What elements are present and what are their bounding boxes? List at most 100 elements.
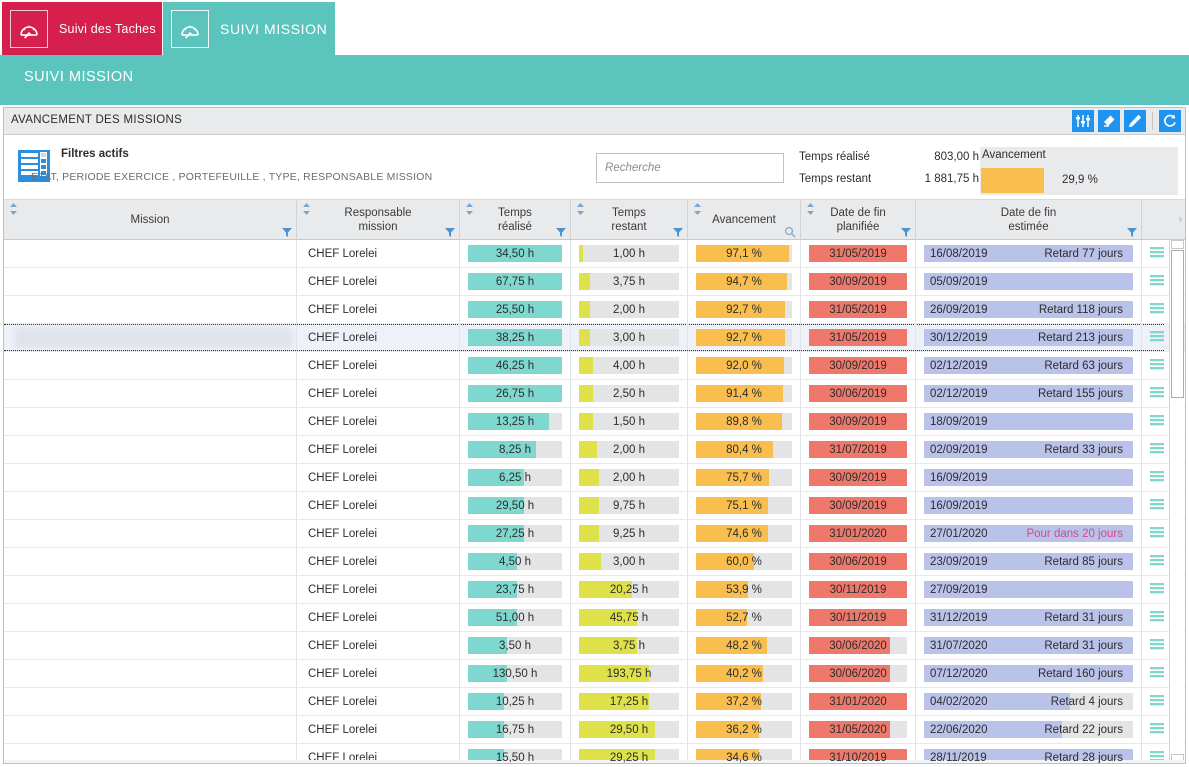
- table-row[interactable]: CHEF Lorelei 67,75 h 3,75 h 94,7 % 30/09/201…: [4, 268, 1185, 296]
- table-row[interactable]: CHEF Lorelei 34,50 h 1,00 h 97,1 % 31/05/201…: [4, 240, 1185, 268]
- column-header-mission[interactable]: Mission: [4, 200, 297, 240]
- pencil-icon[interactable]: [1124, 110, 1146, 132]
- column-filter-icon[interactable]: [1127, 227, 1137, 237]
- column-filter-icon[interactable]: [556, 227, 566, 237]
- bar-label: 28/11/2019: [930, 751, 987, 764]
- column-header-date_planifiee[interactable]: Date de fin planifiée: [801, 200, 916, 240]
- row-menu-icon[interactable]: [1142, 604, 1172, 631]
- table-row[interactable]: CHEF Lorelei 38,25 h 3,00 h 92,7 % 31/05/201…: [4, 324, 1185, 352]
- responsable-label: CHEF Lorelei: [308, 247, 378, 260]
- tab-suivi-mission[interactable]: SUIVI MISSION: [163, 2, 335, 55]
- column-filter-icon[interactable]: [445, 227, 455, 237]
- bar-label: 2,00 h: [613, 471, 645, 484]
- bar-track: 193,75 h: [579, 665, 679, 682]
- column-header-temps_realise[interactable]: Temps réalisé: [460, 200, 571, 240]
- column-filter-icon[interactable]: [282, 227, 292, 237]
- row-menu-icon[interactable]: [1142, 492, 1172, 519]
- bar-label: 17,25 h: [609, 695, 649, 708]
- cell-bar: 38,25 h: [460, 324, 571, 351]
- sort-arrows-icon[interactable]: [576, 203, 585, 215]
- column-header-temps_restant[interactable]: Temps restant: [571, 200, 688, 240]
- table-row[interactable]: CHEF Lorelei 13,25 h 1,50 h 89,8 % 30/09/201…: [4, 408, 1185, 436]
- table-row[interactable]: CHEF Lorelei 16,75 h 29,50 h 36,2 % 31/05/20…: [4, 716, 1185, 744]
- bar-secondary-label: Retard 160 jours: [1037, 667, 1123, 680]
- cell-bar: 3,00 h: [571, 548, 688, 575]
- sort-arrows-icon[interactable]: [693, 203, 702, 215]
- column-header-responsable[interactable]: Responsable mission: [297, 200, 460, 240]
- search-input[interactable]: [597, 154, 783, 182]
- row-menu-icon[interactable]: [1142, 688, 1172, 715]
- cell-bar: 16,75 h: [460, 716, 571, 743]
- cell-bar: 75,7 %: [688, 464, 801, 491]
- row-menu-icon[interactable]: [1142, 408, 1172, 435]
- row-menu-icon[interactable]: [1142, 268, 1172, 295]
- row-menu-icon[interactable]: [1142, 576, 1172, 603]
- bar-fill: [579, 329, 590, 346]
- cell-bar: 31/01/2020: [801, 688, 916, 715]
- stat-label: Temps restant: [799, 173, 872, 185]
- row-menu-icon[interactable]: [1142, 324, 1172, 351]
- column-filter-icon[interactable]: [673, 227, 683, 237]
- search-input-wrapper[interactable]: [596, 153, 784, 183]
- table-row[interactable]: CHEF Lorelei 130,50 h 193,75 h 40,2 % 30/06/…: [4, 660, 1185, 688]
- bar-track: 30/06/2020: [809, 665, 907, 682]
- cell-bar: 46,25 h: [460, 352, 571, 379]
- row-menu-icon[interactable]: [1142, 464, 1172, 491]
- row-menu-icon[interactable]: [1142, 352, 1172, 379]
- table-row[interactable]: CHEF Lorelei 10,25 h 17,25 h 37,2 % 31/01/20…: [4, 688, 1185, 716]
- table-row[interactable]: CHEF Lorelei 26,75 h 2,50 h 91,4 % 30/06/201…: [4, 380, 1185, 408]
- cell-mission: [4, 548, 297, 575]
- column-header-avancement[interactable]: Avancement: [688, 200, 801, 240]
- row-menu-icon[interactable]: [1142, 436, 1172, 463]
- sort-arrows-icon[interactable]: [465, 203, 474, 215]
- table-row[interactable]: CHEF Lorelei 27,25 h 9,25 h 74,6 % 31/01/202…: [4, 520, 1185, 548]
- table-row[interactable]: CHEF Lorelei 29,50 h 9,75 h 75,1 % 30/09/201…: [4, 492, 1185, 520]
- bar-track: 30/09/2019: [809, 413, 907, 430]
- refresh-icon[interactable]: [1159, 110, 1181, 132]
- sort-arrows-icon[interactable]: [806, 203, 815, 215]
- bar-track: 23,75 h: [468, 581, 562, 598]
- row-menu-icon[interactable]: [1142, 632, 1172, 659]
- row-menu-icon[interactable]: [1142, 548, 1172, 575]
- table-row[interactable]: CHEF Lorelei 6,25 h 2,00 h 75,7 % 30/09/2019…: [4, 464, 1185, 492]
- cell-bar: 97,1 %: [688, 240, 801, 267]
- bar-track: 27,25 h: [468, 525, 562, 542]
- bar-secondary-label: Retard 77 jours: [1044, 247, 1123, 260]
- table-row[interactable]: CHEF Lorelei 25,50 h 2,00 h 92,7 % 31/05/201…: [4, 296, 1185, 324]
- table-row[interactable]: CHEF Lorelei 23,75 h 20,25 h 53,9 % 30/11/20…: [4, 576, 1185, 604]
- column-search-icon[interactable]: [784, 226, 796, 238]
- bar-label: 38,25 h: [495, 331, 535, 344]
- bar-track: 1,50 h: [579, 413, 679, 430]
- bar-secondary-label: Retard 118 jours: [1038, 303, 1123, 316]
- row-menu-icon[interactable]: [1142, 520, 1172, 547]
- row-menu-icon[interactable]: [1142, 660, 1172, 687]
- more-columns-chevron-icon[interactable]: ›: [1179, 214, 1182, 225]
- bar-track: 67,75 h: [468, 273, 562, 290]
- bar-track: 8,25 h: [468, 441, 562, 458]
- cell-bar: 22/06/2020 Retard 22 jours: [916, 716, 1142, 743]
- vertical-scrollbar[interactable]: [1169, 240, 1184, 763]
- scrollbar-thumb[interactable]: [1171, 250, 1184, 398]
- table-row[interactable]: CHEF Lorelei 46,25 h 4,00 h 92,0 % 30/09/201…: [4, 352, 1185, 380]
- settings-sliders-icon[interactable]: [1072, 110, 1094, 132]
- sort-arrows-icon[interactable]: [9, 203, 18, 215]
- row-menu-icon[interactable]: [1142, 296, 1172, 323]
- table-row[interactable]: CHEF Lorelei 3,50 h 3,75 h 48,2 % 30/06/2020…: [4, 632, 1185, 660]
- table-row[interactable]: CHEF Lorelei 51,00 h 45,75 h 52,7 % 30/11/20…: [4, 604, 1185, 632]
- row-menu-icon[interactable]: [1142, 240, 1172, 267]
- table-row[interactable]: CHEF Lorelei 4,50 h 3,00 h 60,0 % 30/06/2019…: [4, 548, 1185, 576]
- tab-suivi-des-taches[interactable]: Suivi des Taches: [2, 2, 162, 55]
- scroll-up-button[interactable]: [1171, 240, 1184, 249]
- column-filter-icon[interactable]: [901, 227, 911, 237]
- row-menu-icon[interactable]: [1142, 716, 1172, 743]
- cell-bar: 31/05/2019: [801, 296, 916, 323]
- table-row[interactable]: CHEF Lorelei 8,25 h 2,00 h 80,4 % 31/07/2019…: [4, 436, 1185, 464]
- filter-stats-bar: Filtres actifs ETAT, PERIODE EXERCICE , …: [4, 135, 1185, 200]
- sort-arrows-icon[interactable]: [302, 203, 311, 215]
- cell-bar: 80,4 %: [688, 436, 801, 463]
- eraser-icon[interactable]: [1098, 110, 1120, 132]
- bar-label: 75,1 %: [726, 499, 762, 512]
- column-header-date_estimee[interactable]: Date de fin estimée: [916, 200, 1142, 240]
- bar-secondary-label: Retard 4 jours: [1050, 695, 1123, 708]
- row-menu-icon[interactable]: [1142, 380, 1172, 407]
